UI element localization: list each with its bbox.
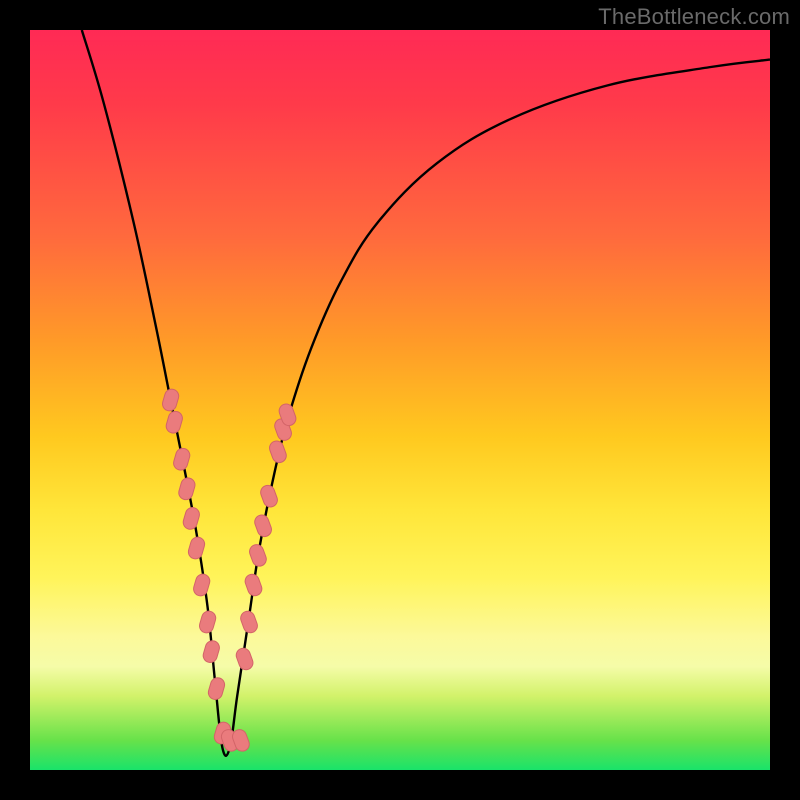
marker-point: [192, 572, 212, 597]
marker-point: [268, 439, 289, 464]
marker-point: [253, 513, 274, 538]
marker-point: [248, 543, 269, 568]
marker-point: [161, 387, 181, 412]
marker-point: [234, 646, 255, 671]
plot-area: [30, 30, 770, 770]
marker-point: [172, 447, 192, 472]
marker-point: [187, 535, 207, 560]
marker-point: [202, 639, 222, 664]
marker-point: [207, 676, 227, 701]
marker-point: [182, 506, 202, 531]
marker-point: [239, 609, 260, 634]
marker-point: [165, 410, 185, 435]
marker-group: [161, 387, 298, 753]
marker-point: [243, 572, 264, 597]
chart-frame: TheBottleneck.com: [0, 0, 800, 800]
watermark-text: TheBottleneck.com: [598, 4, 790, 30]
marker-point: [259, 483, 280, 508]
marker-point: [177, 476, 197, 501]
bottleneck-curve: [82, 30, 770, 756]
curve-path: [82, 30, 770, 756]
curve-layer: [30, 30, 770, 770]
marker-point: [198, 609, 218, 634]
